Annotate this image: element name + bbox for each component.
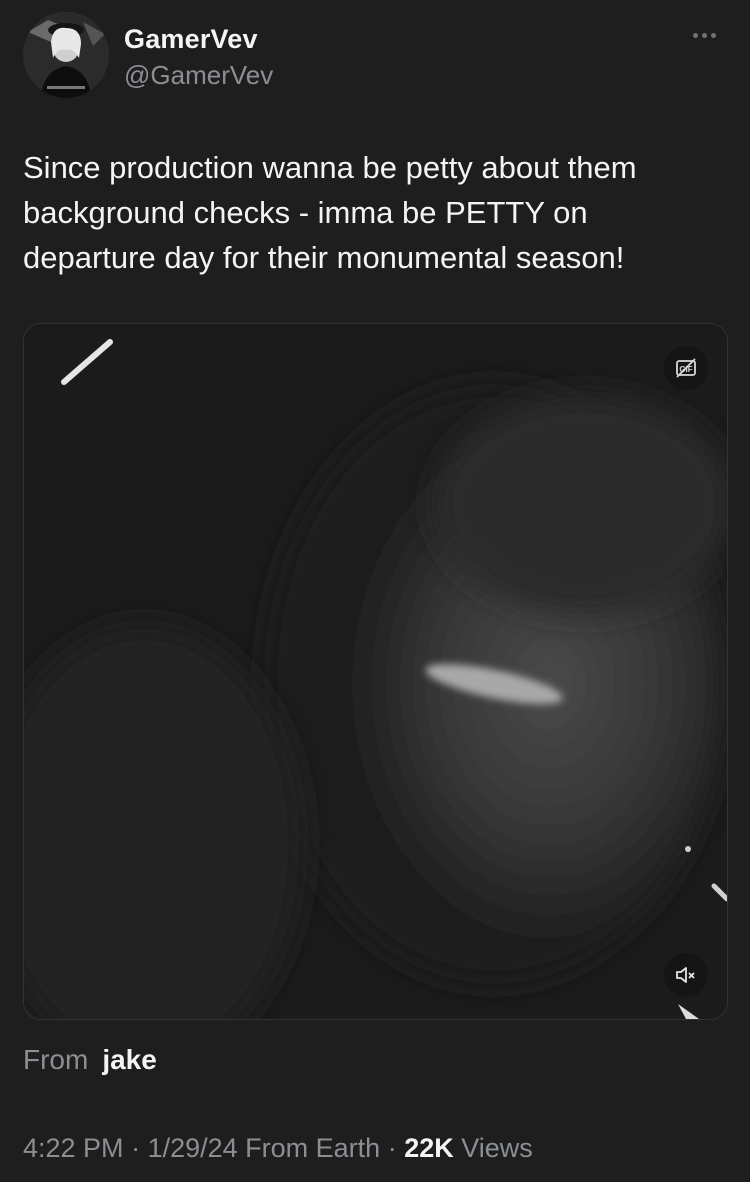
more-dot xyxy=(702,32,707,38)
video-frame xyxy=(24,324,727,1019)
tweet-date[interactable]: 1/29/24 xyxy=(148,1133,238,1163)
tweet-detail: GamerVev @GamerVev Since production wann… xyxy=(0,0,750,1182)
from-label: From xyxy=(23,1044,89,1075)
gif-toggle-button[interactable]: GIF xyxy=(664,346,708,390)
tweet-source: From Earth xyxy=(237,1133,381,1163)
separator: · xyxy=(380,1133,405,1163)
author-handle[interactable]: @GamerVev xyxy=(124,60,273,91)
from-name[interactable]: jake xyxy=(102,1044,157,1075)
gif-toggle-icon: GIF xyxy=(676,358,696,378)
more-dot xyxy=(711,32,716,38)
mute-button[interactable] xyxy=(664,953,708,997)
attribution: From jake xyxy=(23,1044,157,1076)
tweet-text: Since production wanna be petty about th… xyxy=(23,150,637,275)
more-dot xyxy=(693,32,698,38)
separator: · xyxy=(123,1133,148,1163)
video-media[interactable]: GIF xyxy=(23,323,728,1020)
avatar[interactable] xyxy=(23,12,109,98)
views-count[interactable]: 22K xyxy=(404,1133,454,1163)
tweet-time[interactable]: 4:22 PM xyxy=(23,1133,124,1163)
views-label: Views xyxy=(453,1133,533,1163)
avatar-image xyxy=(23,12,109,98)
tweet-header: GamerVev @GamerVev xyxy=(23,12,727,102)
more-options-icon[interactable] xyxy=(693,28,723,42)
author-display-name[interactable]: GamerVev xyxy=(124,24,258,55)
mute-icon xyxy=(676,967,695,983)
tweet-metadata: 4:22 PM · 1/29/24 From Earth · 22K Views xyxy=(23,1133,533,1164)
